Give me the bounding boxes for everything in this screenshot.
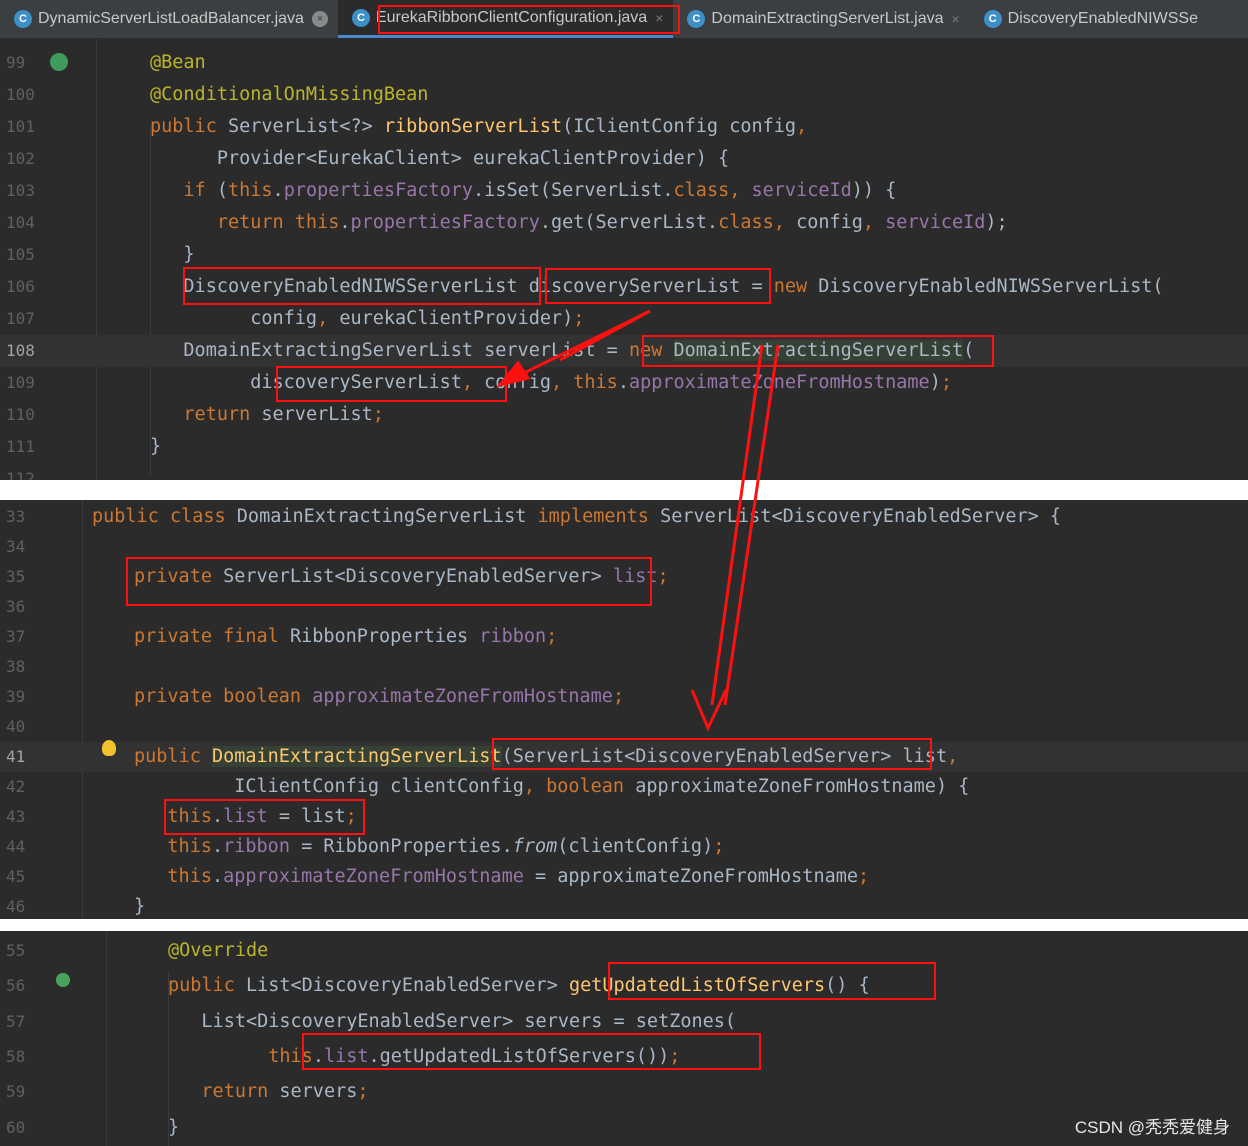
arrow-arg-head (495, 360, 531, 388)
watermark: CSDN @秃秃爱健身 (1074, 1118, 1230, 1137)
arrow-down-left (710, 344, 764, 706)
arrow-down-right (723, 344, 780, 706)
annotation-arrows (495, 309, 780, 732)
arrow-to-arg (519, 309, 651, 377)
arrow-down-head (690, 689, 728, 732)
